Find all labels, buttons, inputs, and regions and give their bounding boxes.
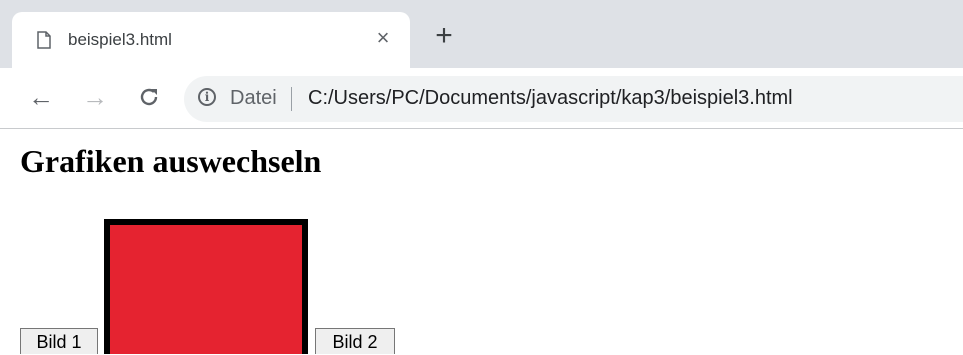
url-divider	[291, 87, 292, 111]
reload-icon[interactable]	[134, 82, 164, 112]
security-label: Datei	[230, 87, 277, 109]
page-title: Grafiken auswechseln	[20, 143, 322, 179]
browser-toolbar: ← → i Datei C:/Users/PC/Documents/javasc…	[0, 68, 963, 129]
tab-title: beispiel3.html	[68, 30, 172, 49]
back-arrow-icon[interactable]: ←	[26, 82, 56, 112]
info-icon[interactable]: i	[198, 88, 216, 106]
close-icon[interactable]: ×	[372, 27, 394, 49]
forward-arrow-icon[interactable]: →	[80, 82, 110, 112]
tab-strip: beispiel3.html × +	[0, 0, 963, 68]
document-icon	[37, 31, 51, 49]
swap-image	[104, 219, 308, 354]
active-tab[interactable]: beispiel3.html ×	[12, 12, 410, 68]
address-bar[interactable]: i Datei C:/Users/PC/Documents/javascript…	[184, 76, 963, 122]
bild1-button[interactable]: Bild 1	[20, 328, 98, 354]
bild2-button[interactable]: Bild 2	[315, 328, 395, 354]
swap-image-fill	[110, 225, 302, 354]
url-text[interactable]: C:/Users/PC/Documents/javascript/kap3/be…	[308, 87, 793, 110]
new-tab-button[interactable]: +	[430, 21, 458, 51]
